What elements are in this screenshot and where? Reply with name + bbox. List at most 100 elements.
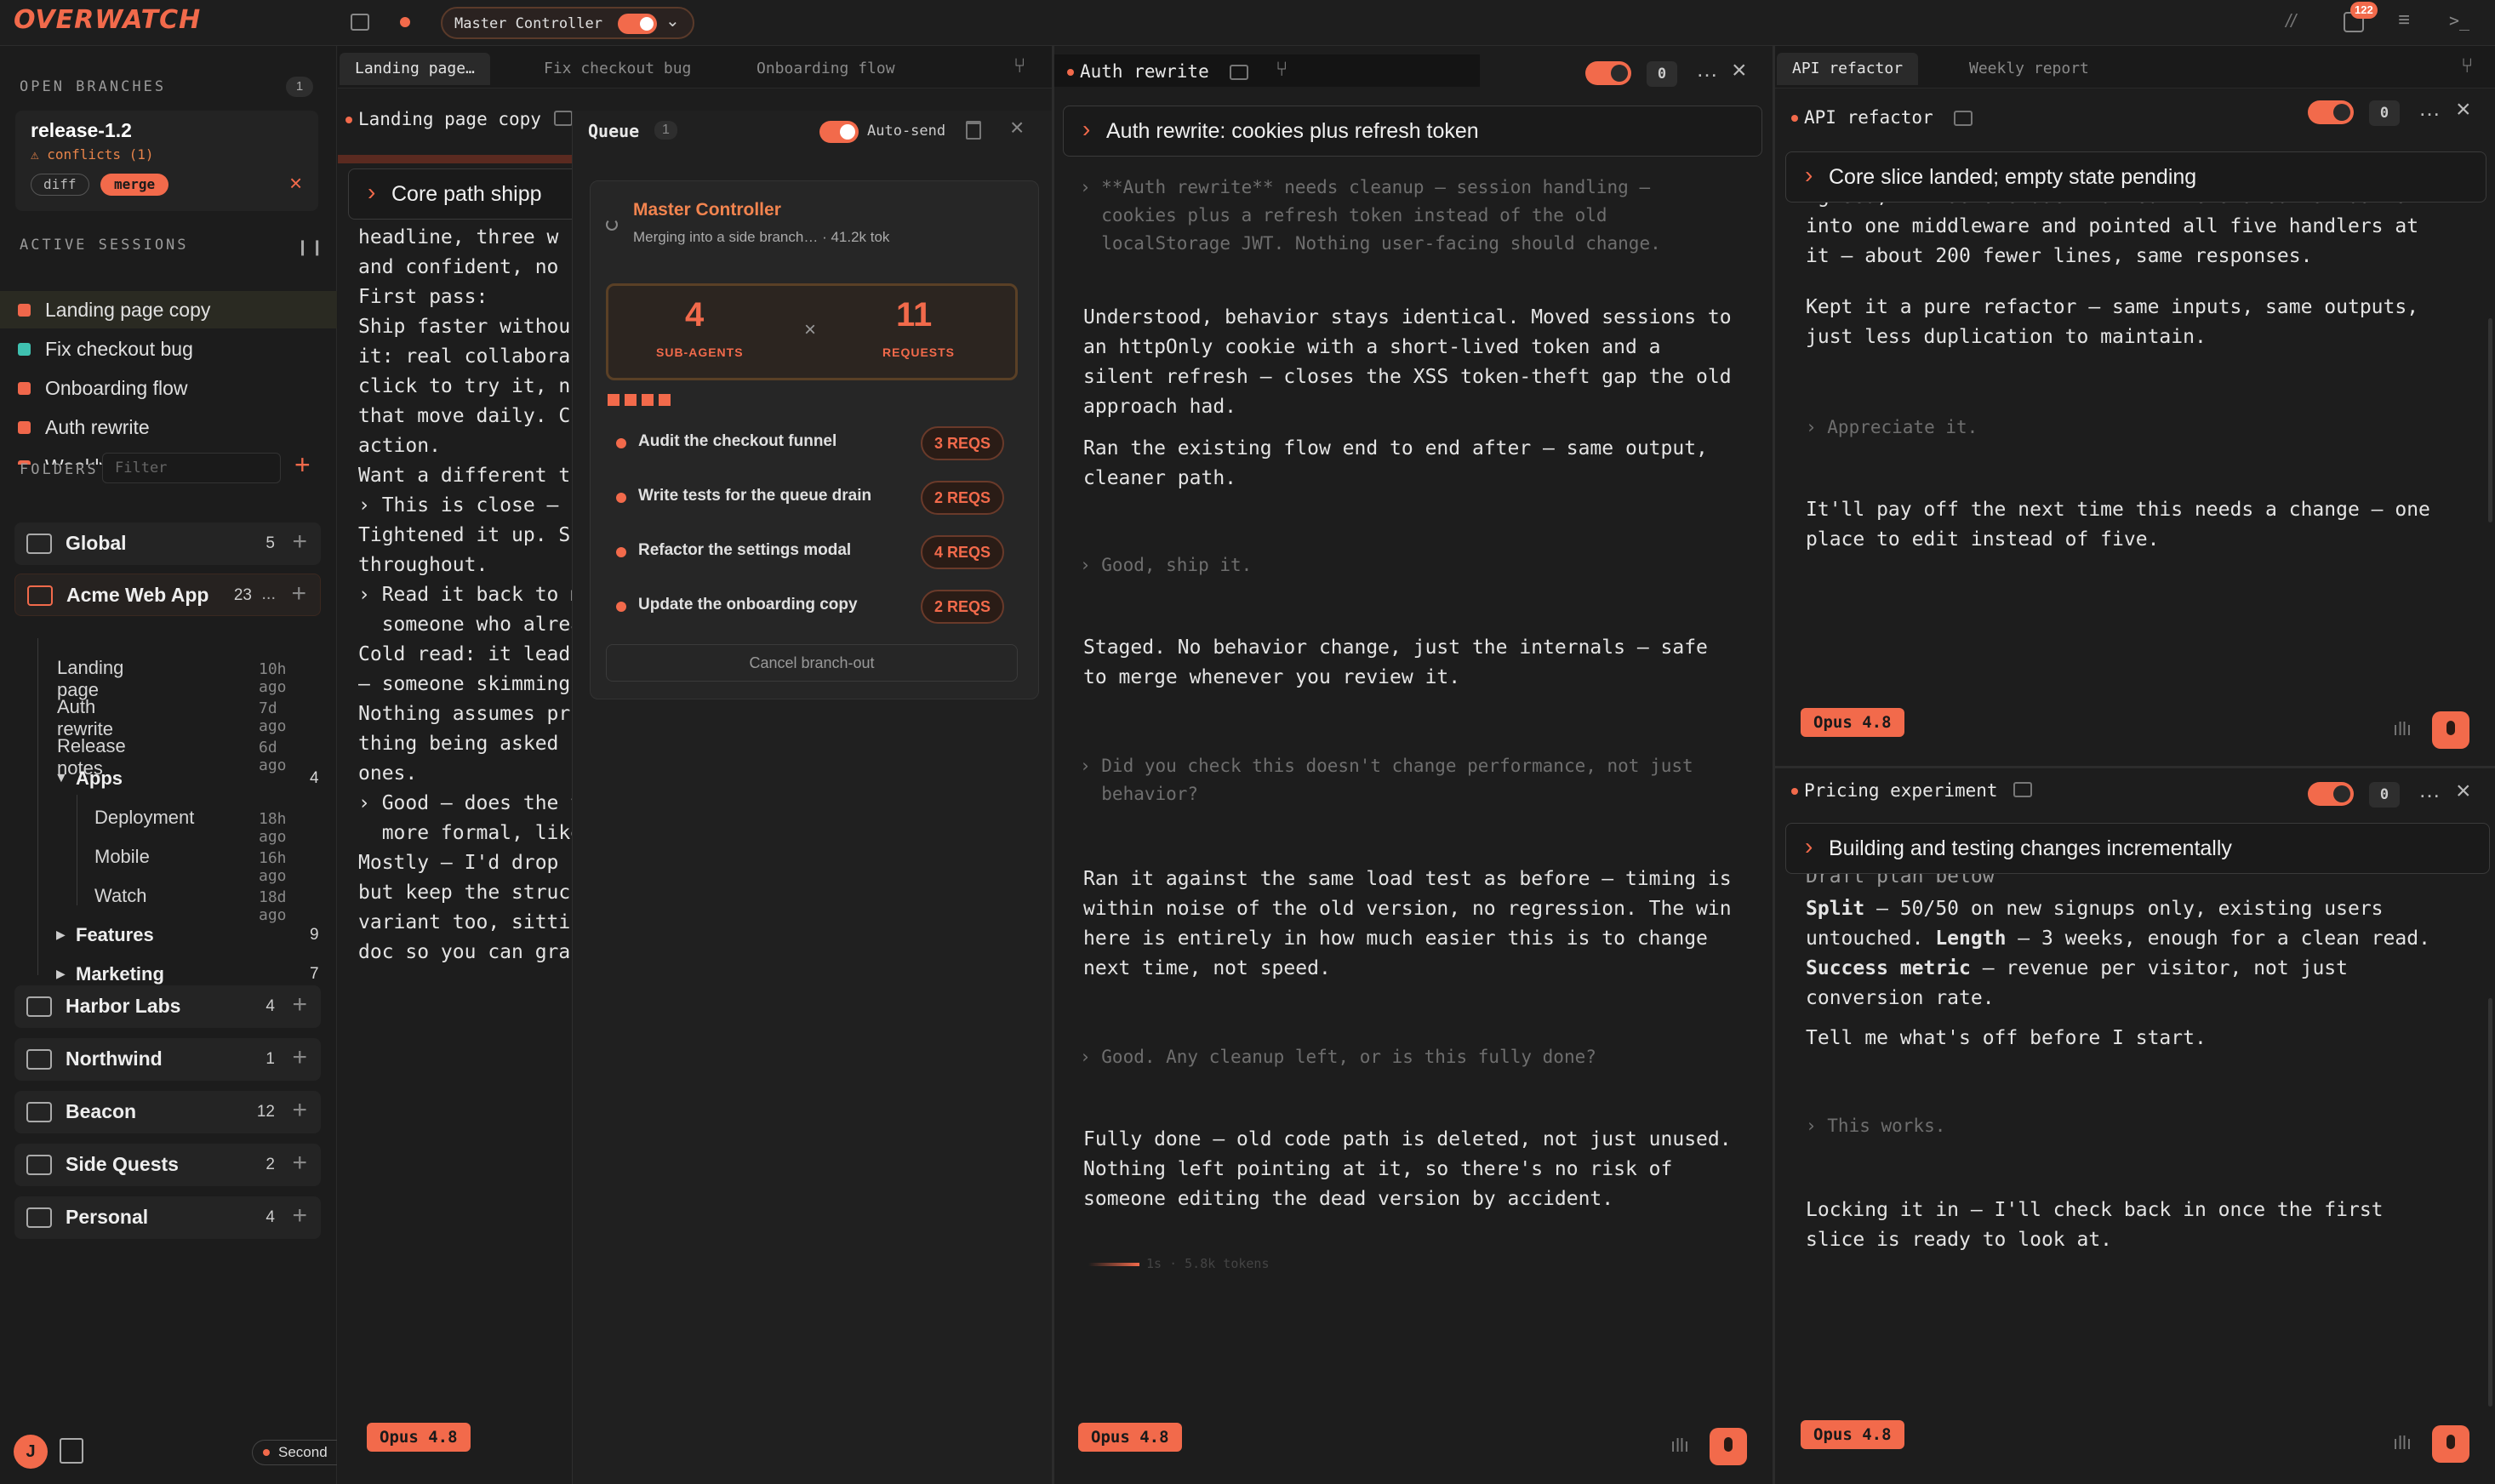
folder-add-icon[interactable]: + (292, 1043, 307, 1072)
pricing-model-badge[interactable]: Opus 4.8 (1801, 1420, 1904, 1449)
folder-count: 1 (265, 1050, 275, 1068)
queue-item[interactable]: Write tests for the queue drain 2 REQS (613, 477, 1004, 519)
pricing-toggle[interactable] (2308, 782, 2354, 806)
tree-item-label[interactable]: Landing page (57, 657, 123, 701)
tab-api-refactor[interactable]: API refactor (1777, 53, 1919, 85)
queue-item[interactable]: Audit the checkout funnel 3 REQS (613, 422, 1004, 465)
api-reply: Agreed, it was overdue. Pulled the share… (1806, 196, 2418, 271)
queue-item[interactable]: Refactor the settings modal 4 REQS (613, 531, 1004, 574)
autosend-toggle[interactable] (819, 121, 859, 143)
landing-model-badge[interactable]: Opus 4.8 (367, 1423, 471, 1452)
queue-close-icon[interactable]: × (1010, 114, 1024, 141)
pricing-scrollbar[interactable] (2488, 998, 2492, 1407)
session-item[interactable]: Auth rewrite (0, 408, 337, 446)
folder-add-icon[interactable]: + (291, 579, 306, 608)
diff-button[interactable]: diff (31, 174, 89, 196)
panel-split-icon[interactable] (554, 111, 573, 126)
record-dot-icon[interactable] (400, 17, 410, 27)
api-model-badge[interactable]: Opus 4.8 (1801, 708, 1904, 737)
folder-northwind[interactable]: Northwind 1 + (14, 1038, 321, 1081)
tab-landing-page[interactable]: Landing page… (340, 53, 490, 85)
tree-item-label[interactable]: Auth rewrite (57, 696, 113, 740)
close-branch-icon[interactable]: × (289, 170, 302, 197)
waveform-icon[interactable]: ıllı (2393, 1432, 2412, 1454)
avatar[interactable]: J (14, 1435, 48, 1469)
session-item[interactable]: Landing page copy (0, 291, 337, 328)
trash-icon[interactable] (966, 121, 981, 140)
folder-global[interactable]: Global 5 + (14, 522, 321, 565)
pricing-mic-icon[interactable] (2432, 1425, 2469, 1463)
tree-folder-apps[interactable]: Apps (76, 768, 123, 790)
folder-acme-web-app[interactable]: Acme Web App 23... + (14, 574, 321, 616)
branch-icon[interactable]: ⑂ (1013, 54, 1025, 78)
folder-count: 12 (256, 1103, 275, 1121)
collapsed-caret-icon[interactable]: ▶ (56, 967, 66, 981)
folder-more-icon[interactable]: ... (261, 585, 276, 604)
square-icon[interactable] (60, 1438, 83, 1464)
auth-model-badge[interactable]: Opus 4.8 (1078, 1423, 1182, 1452)
folder-beacon[interactable]: Beacon 12 + (14, 1091, 321, 1133)
branch-icon[interactable]: ⑂ (2461, 54, 2473, 78)
folder-add-icon[interactable]: + (292, 1149, 307, 1178)
controller-toggle[interactable] (618, 14, 657, 34)
second-chip[interactable]: Second (252, 1440, 337, 1465)
folder-filter-input[interactable]: Filter (102, 453, 281, 483)
api-banner[interactable]: Core slice landed; empty state pending (1785, 151, 2486, 203)
panel-split-icon[interactable] (1230, 65, 1248, 80)
status-dot-icon (263, 1449, 270, 1456)
api-close-icon[interactable]: × (2456, 95, 2471, 124)
auth-toggle[interactable] (1585, 61, 1631, 85)
text-line: next time, not speed. (1083, 957, 1331, 979)
sidebar-toggle-icon[interactable] (351, 14, 369, 31)
menu-icon[interactable]: ≡ (2398, 9, 2410, 32)
collapsed-caret-icon[interactable]: ▶ (56, 928, 66, 942)
add-folder-icon[interactable]: + (294, 449, 311, 481)
pricing-pane: Pricing experiment 0 … × Draft plan belo… (1775, 768, 2495, 1484)
folder-add-icon[interactable]: + (292, 990, 307, 1019)
pause-icon[interactable]: ❙❙ (296, 238, 325, 256)
tree-folder-marketing[interactable]: Marketing (76, 963, 164, 985)
folder-side-quests[interactable]: Side Quests 2 + (14, 1144, 321, 1186)
auth-mic-icon[interactable] (1710, 1428, 1747, 1465)
terminal-icon[interactable]: >_ (2449, 10, 2469, 31)
panel-split-icon[interactable] (1954, 111, 1973, 126)
waveform-icon[interactable]: ıllı (2393, 718, 2412, 740)
pricing-more-icon[interactable]: … (2418, 777, 2441, 803)
expanded-caret-icon[interactable]: ▼ (54, 771, 68, 786)
chevron-down-icon[interactable]: ⌄ (665, 10, 680, 31)
waveform-icon[interactable]: ıllı (1670, 1435, 1689, 1457)
folder-harbor-labs[interactable]: Harbor Labs 4 + (14, 985, 321, 1028)
api-mic-icon[interactable] (2432, 711, 2469, 749)
folder-personal[interactable]: Personal 4 + (14, 1196, 321, 1239)
cancel-branch-button[interactable]: Cancel branch-out (606, 644, 1018, 682)
auth-banner[interactable]: Auth rewrite: cookies plus refresh token (1063, 105, 1762, 157)
panel-split-icon[interactable] (2013, 782, 2032, 797)
pricing-pane-title: Pricing experiment (1791, 780, 1998, 801)
merge-button[interactable]: merge (100, 174, 169, 196)
api-scrollbar[interactable] (2488, 318, 2492, 522)
auth-close-icon[interactable]: × (1732, 56, 1747, 85)
landing-banner[interactable]: Core path shipp (348, 168, 603, 220)
api-more-icon[interactable]: … (2418, 95, 2441, 122)
api-toggle[interactable] (2308, 100, 2354, 124)
slash-icon[interactable]: // (2286, 10, 2296, 32)
folder-add-icon[interactable]: + (292, 1201, 307, 1230)
session-item[interactable]: Fix checkout bug (0, 330, 337, 368)
branch-card[interactable]: release-1.2 ⚠ conflicts (1) diff merge × (15, 111, 318, 211)
pricing-banner[interactable]: Building and testing changes incremental… (1785, 822, 2490, 874)
tree-item-label[interactable]: Mobile (94, 846, 150, 868)
tab-weekly-report[interactable]: Weekly report (1954, 53, 2104, 85)
session-item[interactable]: Onboarding flow (0, 369, 337, 407)
controller-selector[interactable]: Master Controller ⌄ (441, 7, 694, 39)
tree-item-label[interactable]: Deployment (94, 807, 194, 829)
tab-onboarding[interactable]: Onboarding flow (741, 53, 911, 85)
folder-add-icon[interactable]: + (292, 1096, 307, 1125)
branch-icon[interactable]: ⑂ (1276, 58, 1287, 82)
tree-item-label[interactable]: Watch (94, 885, 147, 907)
tree-folder-features[interactable]: Features (76, 924, 154, 946)
queue-item[interactable]: Update the onboarding copy 2 REQS (613, 585, 1004, 628)
pricing-close-icon[interactable]: × (2456, 777, 2471, 806)
folder-add-icon[interactable]: + (292, 528, 307, 556)
tab-fix-checkout[interactable]: Fix checkout bug (528, 53, 706, 85)
auth-more-icon[interactable]: … (1696, 56, 1719, 83)
